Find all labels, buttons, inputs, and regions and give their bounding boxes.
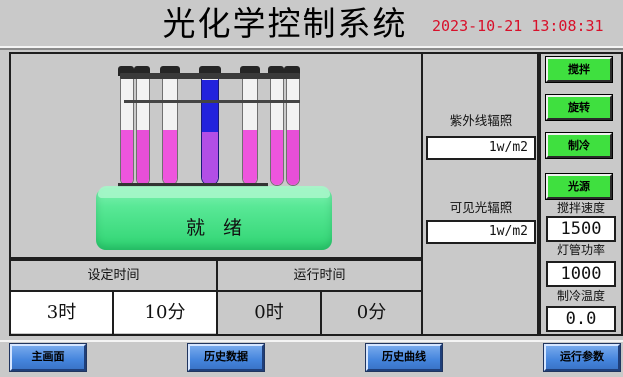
tube-liquid: [287, 130, 299, 185]
lamp-power-label: 灯管功率: [556, 243, 605, 257]
run-time-header: 运行时间: [293, 268, 346, 283]
stir-button[interactable]: 搅拌: [546, 57, 612, 82]
tube-liquid: [121, 130, 133, 185]
run-minutes-value: 0分: [322, 292, 421, 333]
nav-history-data-button[interactable]: 历史数据: [188, 344, 264, 371]
tube-rack-top: [120, 73, 300, 79]
nav-history-curve-button[interactable]: 历史曲线: [366, 344, 442, 371]
cooling-button[interactable]: 制冷: [546, 133, 612, 158]
tube-liquid: [202, 132, 218, 185]
tube-liquid: [137, 130, 149, 185]
tube-liquid: [163, 130, 177, 185]
reactor-base-top: [98, 186, 330, 198]
set-time-header: 设定时间: [87, 268, 140, 283]
stir-speed-label: 搅拌速度: [556, 201, 605, 215]
tube-liquid: [271, 130, 283, 185]
rotate-button[interactable]: 旋转: [546, 95, 612, 120]
uv-radiation-value: 1w/m2: [426, 136, 536, 160]
datetime-display: 2023-10-21 13:08:31: [432, 17, 604, 35]
tube-liquid: [202, 80, 218, 132]
visible-radiation-label: 可见光辐照: [449, 200, 513, 215]
lamp-power-field[interactable]: 1000: [546, 261, 616, 287]
stir-speed-field[interactable]: 1500: [546, 216, 616, 242]
nav-run-params-button[interactable]: 运行参数: [544, 344, 620, 371]
tube-liquid: [243, 130, 257, 185]
cooling-temp-field[interactable]: 0.0: [546, 306, 616, 332]
visible-radiation-value: 1w/m2: [426, 220, 536, 244]
nav-home-button[interactable]: 主画面: [10, 344, 86, 371]
tube-rack-bar: [124, 100, 300, 103]
page-title: 光化学控制系统: [162, 4, 408, 43]
header-divider-dark: [0, 48, 623, 50]
light-source-button[interactable]: 光源: [546, 174, 612, 199]
uv-radiation-label: 紫外线辐照: [449, 113, 513, 128]
radiation-panel: [423, 52, 539, 336]
reactor-status: 就绪: [185, 217, 260, 239]
run-hours-value: 0时: [218, 292, 320, 333]
bottom-nav-bar: [0, 340, 623, 377]
set-minutes-field[interactable]: 10分: [114, 292, 216, 333]
set-hours-field[interactable]: 3时: [11, 292, 112, 333]
cooling-temp-label: 制冷温度: [556, 289, 605, 303]
